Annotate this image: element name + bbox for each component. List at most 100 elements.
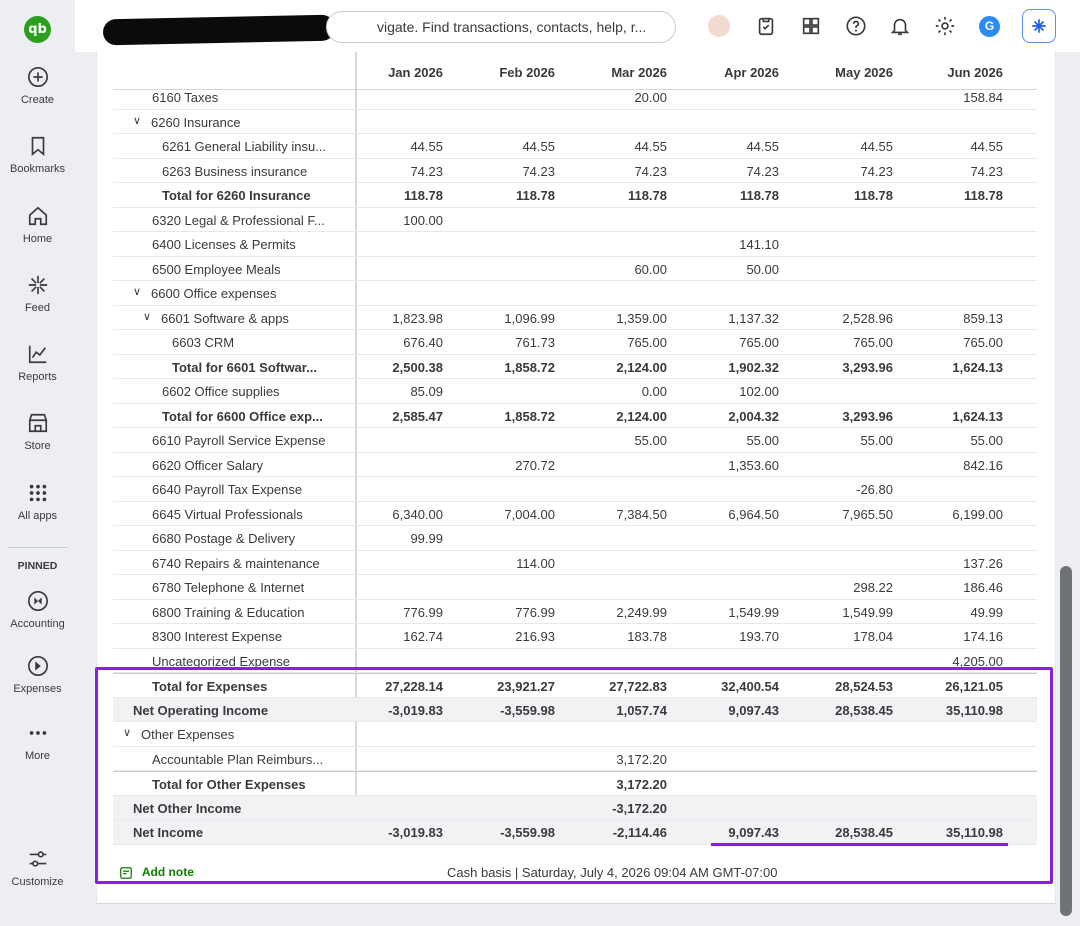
- cell-value[interactable]: 1,096.99: [455, 311, 555, 326]
- nav-reports[interactable]: Reports: [0, 343, 75, 383]
- cell-value[interactable]: 118.78: [455, 188, 555, 203]
- bell-icon[interactable]: [889, 15, 911, 37]
- cell-value[interactable]: 1,549.99: [679, 605, 779, 620]
- cell-value[interactable]: 118.78: [567, 188, 667, 203]
- cell-value[interactable]: 765.00: [793, 335, 893, 350]
- nav-customize[interactable]: Customize: [0, 848, 75, 888]
- cell-value[interactable]: 118.78: [343, 188, 443, 203]
- table-row[interactable]: ∨ 6260 Insurance: [113, 110, 1037, 134]
- cell-value[interactable]: 776.99: [343, 605, 443, 620]
- cell-value[interactable]: 765.00: [567, 335, 667, 350]
- cell-value[interactable]: 776.99: [455, 605, 555, 620]
- cell-value[interactable]: 44.55: [567, 139, 667, 154]
- gear-icon[interactable]: [934, 15, 956, 37]
- cell-value[interactable]: 6,964.50: [679, 507, 779, 522]
- cell-value[interactable]: 1,858.72: [455, 360, 555, 375]
- cell-value[interactable]: 114.00: [455, 556, 555, 571]
- chevron-down-icon[interactable]: ∨: [133, 114, 141, 127]
- cell-value[interactable]: -26.80: [793, 482, 893, 497]
- help-icon[interactable]: [845, 15, 867, 37]
- cell-value[interactable]: 765.00: [679, 335, 779, 350]
- cell-value[interactable]: 162.74: [343, 629, 443, 644]
- cell-value[interactable]: 0.00: [567, 384, 667, 399]
- cell-value[interactable]: 1,823.98: [343, 311, 443, 326]
- cell-value[interactable]: 1,137.32: [679, 311, 779, 326]
- nav-accounting[interactable]: Accounting: [0, 590, 75, 630]
- cell-value[interactable]: 20.00: [567, 90, 667, 105]
- cell-value[interactable]: 174.16: [903, 629, 1003, 644]
- user-avatar[interactable]: [708, 15, 730, 37]
- ai-assistant-button[interactable]: [1022, 9, 1056, 43]
- cell-value[interactable]: 2,249.99: [567, 605, 667, 620]
- cell-value[interactable]: 676.40: [343, 335, 443, 350]
- cell-value[interactable]: 6,340.00: [343, 507, 443, 522]
- cell-value[interactable]: 55.00: [679, 433, 779, 448]
- cell-value[interactable]: 7,965.50: [793, 507, 893, 522]
- cell-value[interactable]: 55.00: [793, 433, 893, 448]
- cell-value[interactable]: 74.23: [567, 164, 667, 179]
- table-row[interactable]: ∨ 6601 Software & apps 1,823.98 1,096.99 1,3…: [113, 306, 1037, 330]
- cell-value[interactable]: 158.84: [903, 90, 1003, 105]
- cell-value[interactable]: 141.10: [679, 237, 779, 252]
- cell-value[interactable]: 6,199.00: [903, 507, 1003, 522]
- cell-value[interactable]: 50.00: [679, 262, 779, 277]
- cell-value[interactable]: 216.93: [455, 629, 555, 644]
- nav-bookmarks[interactable]: Bookmarks: [0, 135, 75, 175]
- cell-value[interactable]: 44.55: [903, 139, 1003, 154]
- apps-switcher-icon[interactable]: [800, 15, 822, 37]
- cell-value[interactable]: 137.26: [903, 556, 1003, 571]
- cell-value[interactable]: 193.70: [679, 629, 779, 644]
- cell-value[interactable]: 1,624.13: [903, 360, 1003, 375]
- cell-value[interactable]: 7,004.00: [455, 507, 555, 522]
- cell-value[interactable]: 3,293.96: [793, 409, 893, 424]
- cell-value[interactable]: 1,624.13: [903, 409, 1003, 424]
- cell-value[interactable]: 1,353.60: [679, 458, 779, 473]
- cell-value[interactable]: 74.23: [679, 164, 779, 179]
- table-row[interactable]: ∨ 6600 Office expenses: [113, 281, 1037, 306]
- cell-value[interactable]: 859.13: [903, 311, 1003, 326]
- cell-value[interactable]: 55.00: [567, 433, 667, 448]
- cell-value[interactable]: 298.22: [793, 580, 893, 595]
- cell-value[interactable]: 2,124.00: [567, 360, 667, 375]
- user-initial-badge[interactable]: G: [979, 16, 1000, 37]
- quickbooks-logo[interactable]: qb: [24, 16, 51, 43]
- cell-value[interactable]: 118.78: [793, 188, 893, 203]
- cell-value[interactable]: 2,004.32: [679, 409, 779, 424]
- cell-value[interactable]: 102.00: [679, 384, 779, 399]
- cell-value[interactable]: 100.00: [343, 213, 443, 228]
- cell-value[interactable]: 2,124.00: [567, 409, 667, 424]
- nav-more[interactable]: More: [0, 722, 75, 762]
- chevron-down-icon[interactable]: ∨: [133, 285, 141, 298]
- cell-value[interactable]: 74.23: [455, 164, 555, 179]
- cell-value[interactable]: 74.23: [903, 164, 1003, 179]
- chevron-down-icon[interactable]: ∨: [143, 310, 151, 323]
- cell-value[interactable]: 74.23: [343, 164, 443, 179]
- cell-value[interactable]: 44.55: [455, 139, 555, 154]
- cell-value[interactable]: 99.99: [343, 531, 443, 546]
- cell-value[interactable]: 1,902.32: [679, 360, 779, 375]
- cell-value[interactable]: 85.09: [343, 384, 443, 399]
- cell-value[interactable]: 765.00: [903, 335, 1003, 350]
- cell-value[interactable]: 1,359.00: [567, 311, 667, 326]
- cell-value[interactable]: 3,293.96: [793, 360, 893, 375]
- nav-all-apps[interactable]: All apps: [0, 482, 75, 522]
- nav-home[interactable]: Home: [0, 205, 75, 245]
- cell-value[interactable]: 74.23: [793, 164, 893, 179]
- search-input[interactable]: vigate. Find transactions, contacts, hel…: [326, 11, 676, 43]
- cell-value[interactable]: 60.00: [567, 262, 667, 277]
- cell-value[interactable]: 2,528.96: [793, 311, 893, 326]
- cell-value[interactable]: 118.78: [679, 188, 779, 203]
- scrollbar-thumb[interactable]: [1060, 566, 1072, 916]
- cell-value[interactable]: 44.55: [793, 139, 893, 154]
- cell-value[interactable]: 2,500.38: [343, 360, 443, 375]
- cell-value[interactable]: 842.16: [903, 458, 1003, 473]
- cell-value[interactable]: 55.00: [903, 433, 1003, 448]
- cell-value[interactable]: 178.04: [793, 629, 893, 644]
- cell-value[interactable]: 49.99: [903, 605, 1003, 620]
- cell-value[interactable]: 44.55: [679, 139, 779, 154]
- clipboard-icon[interactable]: [755, 15, 777, 37]
- cell-value[interactable]: 270.72: [455, 458, 555, 473]
- cell-value[interactable]: 183.78: [567, 629, 667, 644]
- cell-value[interactable]: 1,549.99: [793, 605, 893, 620]
- cell-value[interactable]: 186.46: [903, 580, 1003, 595]
